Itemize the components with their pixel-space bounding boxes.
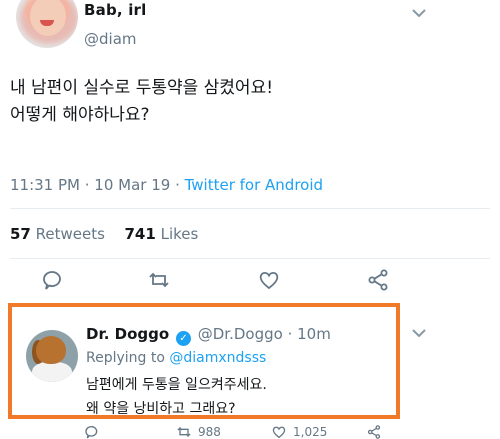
author-handle[interactable]: @diam <box>84 30 137 48</box>
replying-to: Replying to @diamxndsss <box>86 350 266 366</box>
divider <box>10 208 490 209</box>
tweet-text-line: 어떻게 해야하나요? <box>10 105 150 125</box>
client-link[interactable]: Twitter for Android <box>185 176 323 194</box>
share-icon[interactable] <box>366 268 390 292</box>
reply-icon[interactable] <box>84 424 100 439</box>
like-action[interactable]: 1,025 <box>271 424 327 439</box>
reply-author-handle[interactable]: @Dr.Doggo <box>198 325 283 343</box>
timestamp: 11:31 PM · 10 Mar 19 · <box>10 176 185 194</box>
retweet-action[interactable]: 988 <box>176 424 221 439</box>
retweets-count[interactable]: 57 <box>10 225 31 243</box>
reply-action-bar: 988 1,025 <box>0 424 500 439</box>
replying-prefix: Replying to <box>86 350 170 366</box>
retweets-label[interactable]: Retweets <box>36 225 105 243</box>
retweet-icon[interactable] <box>147 268 171 292</box>
tweet-text-line: 내 남편이 실수로 두통약을 삼켰어요! <box>10 78 274 98</box>
divider <box>10 258 490 259</box>
chevron-down-icon[interactable] <box>412 6 426 22</box>
reply-text: 남편에게 두통을 일으켜주세요. 왜 약을 낭비하고 그래요? <box>86 373 267 421</box>
reply-author-name[interactable]: Dr. Doggo <box>86 325 169 343</box>
likes-label[interactable]: Likes <box>161 225 199 243</box>
author-name[interactable]: Bab, irl <box>84 1 147 19</box>
reply-like-count: 1,025 <box>293 424 328 439</box>
reply-author-line: Dr. Doggo ✓ @Dr.Doggo · 10m <box>86 325 331 346</box>
tweet-timestamp: 11:31 PM · 10 Mar 19 · Twitter for Andro… <box>10 176 323 194</box>
like-icon[interactable] <box>257 268 281 292</box>
share-icon[interactable] <box>366 424 382 439</box>
highlighted-reply[interactable]: Dr. Doggo ✓ @Dr.Doggo · 10m Replying to … <box>8 303 400 419</box>
reply-time: · 10m <box>287 325 331 343</box>
likes-count[interactable]: 741 <box>125 225 156 243</box>
reply-retweet-count: 988 <box>198 424 221 439</box>
tweet-action-bar <box>0 268 500 302</box>
verified-badge-icon: ✓ <box>175 331 191 346</box>
tweet-stats: 57 Retweets 741 Likes <box>10 225 198 243</box>
tweet-text: 내 남편이 실수로 두통약을 삼켰어요! 어떻게 해야하나요? <box>10 75 480 129</box>
chevron-down-icon[interactable] <box>412 326 426 342</box>
author-avatar[interactable] <box>16 0 78 48</box>
reply-text-line: 왜 약을 낭비하고 그래요? <box>86 401 236 417</box>
replying-to-handle[interactable]: @diamxndsss <box>169 350 266 366</box>
reply-text-line: 남편에게 두통을 일으켜주세요. <box>86 377 267 393</box>
reply-icon[interactable] <box>40 268 64 292</box>
reply-author-avatar[interactable] <box>26 330 78 382</box>
